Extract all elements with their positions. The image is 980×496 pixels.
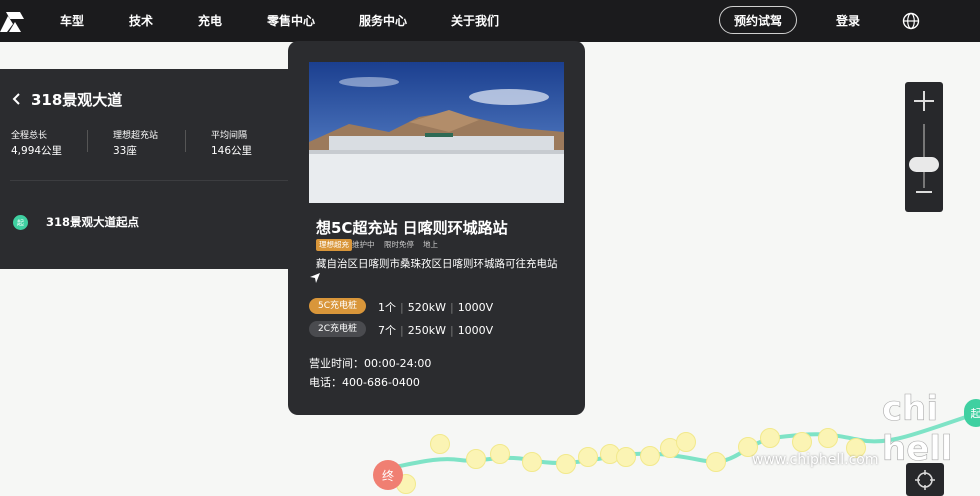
station-dot[interactable]	[490, 444, 510, 464]
station-dot[interactable]	[616, 447, 636, 467]
route-end-marker[interactable]: 终	[373, 460, 403, 490]
station-dot[interactable]	[818, 428, 838, 448]
stat-total-length-label: 全程总长	[11, 131, 48, 141]
station-address: 藏自治区日喀则市桑珠孜区日喀则环城路可往充电站	[316, 258, 558, 270]
station-dot[interactable]	[792, 432, 812, 452]
navigate-arrow-icon[interactable]	[310, 273, 320, 283]
pile-2c-specs: 7个 | 250kW | 1000V	[378, 324, 494, 337]
top-nav: 车型 技术 充电 零售中心 服务中心 关于我们 预约试驾 登录	[0, 0, 980, 42]
nav-item-tech[interactable]: 技术	[129, 12, 153, 29]
locate-button[interactable]	[906, 463, 944, 496]
stat-stations-value: 33座	[113, 145, 137, 157]
watermark-text: www.chiphell.com	[752, 452, 879, 468]
station-dot[interactable]	[466, 449, 486, 469]
station-tag-parking: 限时免停	[384, 240, 414, 249]
nav-item-retail[interactable]: 零售中心	[267, 12, 315, 29]
chiphell-watermark-logo: chi hell	[882, 389, 953, 465]
station-dot[interactable]	[578, 447, 598, 467]
start-point-label[interactable]: 318景观大道起点	[46, 214, 139, 230]
stat-interval-label: 平均间隔	[211, 131, 248, 141]
pile-5c-specs: 1个 | 520kW | 1000V	[378, 301, 494, 314]
station-hours: 营业时间：00:00-24:00	[309, 357, 432, 370]
station-phone[interactable]: 电话：400-686-0400	[309, 374, 420, 390]
start-point-icon: 起	[13, 215, 28, 230]
station-dot[interactable]	[430, 434, 450, 454]
stat-interval-value: 146公里	[211, 145, 253, 157]
crosshair-icon	[915, 470, 935, 490]
station-photo	[309, 62, 564, 203]
svg-text:hell: hell	[882, 429, 953, 465]
svg-text:chi: chi	[882, 389, 938, 429]
pile-type-5c: 5C充电桩	[309, 298, 366, 314]
station-dot[interactable]	[522, 452, 542, 472]
station-dot[interactable]	[676, 432, 696, 452]
brand-logo-icon[interactable]	[0, 10, 26, 32]
station-name: 想5C超充站 日喀则环城路站	[316, 219, 508, 237]
globe-icon[interactable]	[902, 12, 920, 30]
station-tag-location: 地上	[423, 240, 438, 249]
nav-item-service[interactable]: 服务中心	[359, 12, 407, 29]
test-drive-button[interactable]: 预约试驾	[719, 6, 797, 34]
station-dot[interactable]	[556, 454, 576, 474]
divider	[185, 130, 186, 152]
back-chevron-icon[interactable]	[11, 92, 23, 106]
station-tag-brand: 理想超充	[316, 239, 352, 251]
station-dot[interactable]	[706, 452, 726, 472]
stat-total-length-value: 4,994公里	[11, 145, 63, 157]
divider	[87, 130, 88, 152]
station-dot[interactable]	[640, 446, 660, 466]
zoom-out-icon[interactable]	[916, 191, 932, 193]
zoom-slider-thumb[interactable]	[909, 157, 939, 172]
nav-item-models[interactable]: 车型	[60, 12, 84, 29]
station-dot[interactable]	[760, 428, 780, 448]
pile-type-2c: 2C充电桩	[309, 321, 366, 337]
station-tag-status: 维护中	[352, 240, 375, 249]
stat-stations-label: 理想超充站	[113, 131, 159, 141]
zoom-slider-track[interactable]	[923, 124, 925, 188]
divider	[10, 180, 306, 181]
nav-item-about[interactable]: 关于我们	[451, 12, 499, 29]
zoom-in-icon[interactable]	[912, 89, 936, 113]
route-title: 318景观大道	[31, 91, 123, 109]
login-link[interactable]: 登录	[836, 12, 860, 29]
nav-item-charging[interactable]: 充电	[198, 12, 222, 29]
